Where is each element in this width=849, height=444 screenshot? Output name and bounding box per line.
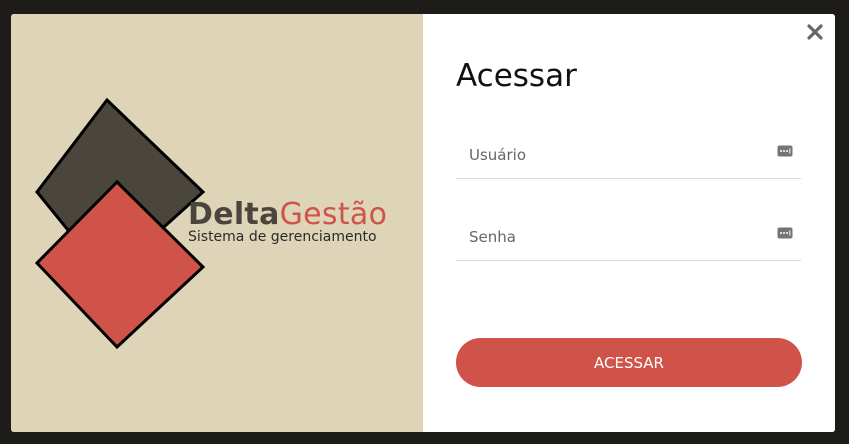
close-icon[interactable] xyxy=(805,22,825,42)
submit-button[interactable]: ACESSAR xyxy=(456,338,802,387)
username-input[interactable] xyxy=(456,132,769,178)
form-title: Acessar xyxy=(456,58,577,94)
brand-name-bold: Delta xyxy=(188,197,280,232)
username-field xyxy=(456,132,801,179)
password-dots-icon xyxy=(777,145,793,157)
brand-tagline: Sistema de gerenciamento xyxy=(188,229,377,245)
brand-text: DeltaGestão Sistema de gerenciamento xyxy=(188,198,387,246)
login-modal: DeltaGestão Sistema de gerenciamento Ace… xyxy=(11,14,835,432)
brand-panel: DeltaGestão Sistema de gerenciamento xyxy=(11,14,423,432)
password-input[interactable] xyxy=(456,214,769,260)
password-field xyxy=(456,214,801,261)
password-dots-icon xyxy=(777,227,793,239)
brand-name: DeltaGestão xyxy=(188,198,387,232)
login-form-panel: Acessar ACESSAR xyxy=(423,14,835,432)
brand-name-light: Gestão xyxy=(279,197,388,232)
